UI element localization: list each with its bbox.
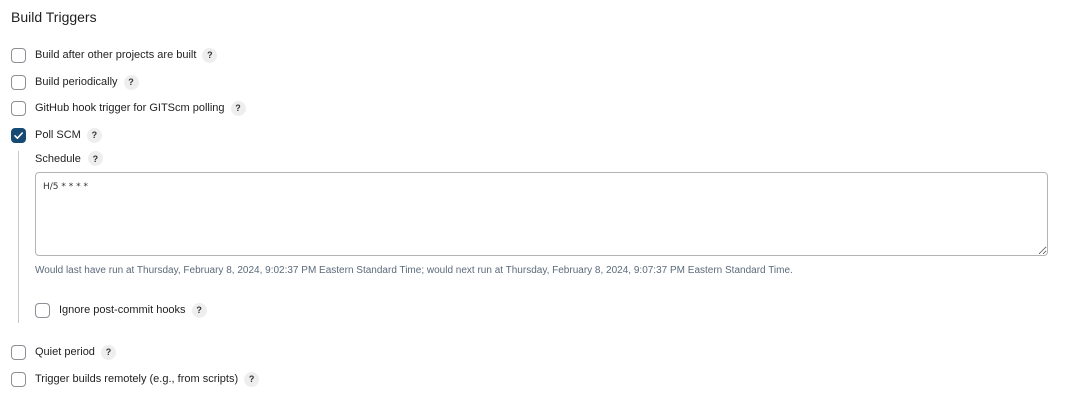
- help-icon[interactable]: ?: [87, 151, 103, 166]
- trigger-poll-scm-row: Poll SCM ?: [11, 126, 102, 144]
- poll-scm-checkbox[interactable]: [11, 127, 26, 143]
- schedule-label: Schedule: [35, 152, 81, 165]
- ignore-post-commit-checkbox[interactable]: [35, 302, 50, 318]
- trigger-github-hook-row: GitHub hook trigger for GITScm polling ?: [11, 99, 246, 117]
- help-icon[interactable]: ?: [202, 47, 218, 63]
- help-icon[interactable]: ?: [230, 100, 246, 116]
- trigger-build-periodically-row: Build periodically ?: [11, 73, 139, 91]
- build-periodically-checkbox[interactable]: [11, 74, 26, 90]
- nested-section-indicator: [18, 151, 19, 323]
- schedule-hint: Would last have run at Thursday, Februar…: [35, 265, 793, 276]
- github-hook-checkbox[interactable]: [11, 100, 26, 116]
- help-icon[interactable]: ?: [100, 344, 116, 360]
- help-icon[interactable]: ?: [244, 371, 260, 387]
- trigger-remotely-label[interactable]: Trigger builds remotely (e.g., from scri…: [35, 373, 238, 385]
- trigger-remotely-row: Trigger builds remotely (e.g., from scri…: [11, 370, 260, 388]
- build-after-label[interactable]: Build after other projects are built: [35, 49, 196, 61]
- help-icon[interactable]: ?: [86, 127, 102, 143]
- schedule-textarea[interactable]: [35, 172, 1048, 256]
- checkmark-icon: [14, 131, 23, 139]
- poll-scm-label[interactable]: Poll SCM: [35, 129, 81, 141]
- github-hook-label[interactable]: GitHub hook trigger for GITScm polling: [35, 102, 225, 114]
- schedule-label-row: Schedule ?: [35, 151, 103, 166]
- build-after-checkbox[interactable]: [11, 47, 26, 63]
- build-periodically-label[interactable]: Build periodically: [35, 76, 118, 88]
- ignore-post-commit-label[interactable]: Ignore post-commit hooks: [59, 304, 186, 316]
- ignore-post-commit-row: Ignore post-commit hooks ?: [35, 301, 207, 319]
- help-icon[interactable]: ?: [191, 302, 207, 318]
- trigger-build-after-row: Build after other projects are built ?: [11, 46, 218, 64]
- quiet-period-checkbox[interactable]: [11, 344, 26, 360]
- trigger-quiet-period-row: Quiet period ?: [11, 343, 116, 361]
- quiet-period-label[interactable]: Quiet period: [35, 346, 95, 358]
- section-title: Build Triggers: [11, 9, 97, 25]
- help-icon[interactable]: ?: [123, 74, 139, 90]
- trigger-remotely-checkbox[interactable]: [11, 371, 26, 387]
